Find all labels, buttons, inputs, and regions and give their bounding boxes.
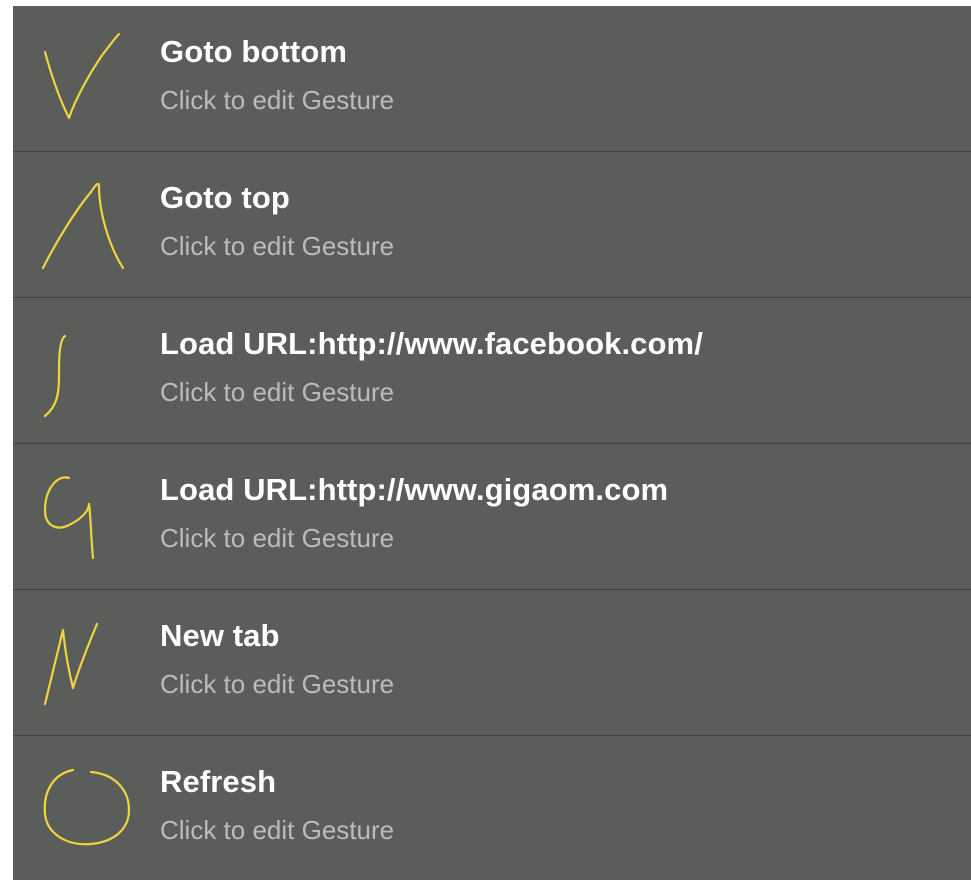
integral-gesture-icon	[39, 318, 139, 422]
check-gesture-icon	[39, 26, 139, 130]
gesture-row-load-facebook[interactable]: Load URL:http://www.facebook.com/ Click …	[13, 298, 971, 444]
gesture-title: Goto bottom	[160, 34, 348, 69]
g-gesture-icon	[39, 464, 139, 568]
gesture-row-goto-bottom[interactable]: Goto bottom Click to edit Gesture	[13, 6, 971, 152]
gesture-row-goto-top[interactable]: Goto top Click to edit Gesture	[13, 152, 971, 298]
gesture-subtitle: Click to edit Gesture	[160, 523, 395, 553]
gesture-title: Load URL:http://www.facebook.com/	[160, 326, 703, 361]
gesture-title: Load URL:http://www.gigaom.com	[160, 472, 669, 507]
gesture-subtitle: Click to edit Gesture	[160, 85, 395, 115]
gesture-subtitle: Click to edit Gesture	[160, 815, 395, 845]
circle-gesture-icon	[39, 756, 139, 860]
gesture-row-load-gigaom[interactable]: Load URL:http://www.gigaom.com Click to …	[13, 444, 971, 590]
caret-gesture-icon	[39, 172, 139, 276]
gesture-subtitle: Click to edit Gesture	[160, 231, 395, 261]
gesture-row-refresh[interactable]: Refresh Click to edit Gesture	[13, 736, 971, 880]
n-gesture-icon	[39, 610, 139, 714]
gesture-subtitle: Click to edit Gesture	[160, 669, 395, 699]
gesture-subtitle: Click to edit Gesture	[160, 377, 395, 407]
gesture-title: Refresh	[160, 764, 277, 799]
gesture-title: Goto top	[160, 180, 290, 215]
gesture-list: Goto bottom Click to edit Gesture Goto t…	[13, 6, 971, 880]
gesture-row-new-tab[interactable]: New tab Click to edit Gesture	[13, 590, 971, 736]
gesture-title: New tab	[160, 618, 280, 653]
